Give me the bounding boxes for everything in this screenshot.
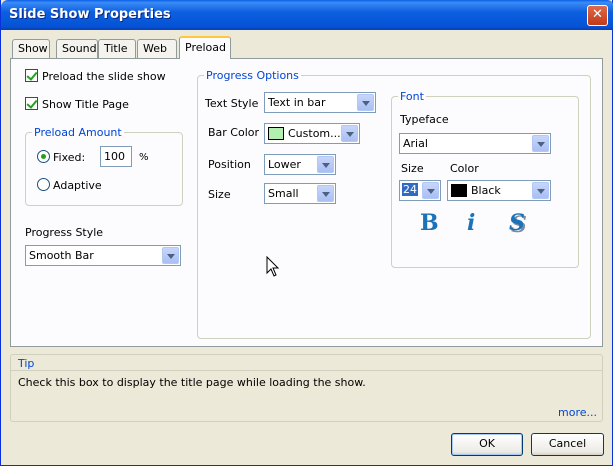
- typeface-select[interactable]: Arial: [399, 133, 551, 154]
- italic-icon[interactable]: i: [467, 210, 475, 236]
- preload-amount-legend: Preload Amount: [32, 126, 124, 139]
- font-size-select[interactable]: 24: [399, 180, 441, 201]
- bar-color-value: Custom...: [288, 127, 341, 140]
- font-color-swatch: [451, 184, 467, 197]
- progress-style-label: Progress Style: [25, 226, 104, 239]
- position-select[interactable]: Lower: [264, 154, 336, 175]
- progress-style-value: Smooth Bar: [29, 249, 94, 262]
- preload-checkbox[interactable]: [25, 69, 38, 82]
- mouse-cursor-icon: [266, 256, 280, 277]
- font-color-value: Black: [471, 184, 501, 197]
- preload-checkbox-label[interactable]: Preload the slide show: [42, 70, 166, 83]
- tip-label: Tip: [18, 357, 35, 370]
- font-size-value: 24: [402, 183, 418, 196]
- adaptive-radio[interactable]: [37, 178, 50, 191]
- cancel-button[interactable]: Cancel: [531, 433, 604, 456]
- chevron-down-icon[interactable]: [162, 247, 179, 264]
- typeface-value: Arial: [403, 137, 428, 150]
- bar-color-select[interactable]: Custom...: [264, 123, 360, 144]
- show-title-checkbox-label[interactable]: Show Title Page: [42, 98, 129, 111]
- position-value: Lower: [268, 158, 301, 171]
- shadow-icon[interactable]: S: [509, 210, 525, 236]
- font-legend: Font: [398, 90, 426, 103]
- font-color-label: Color: [450, 162, 479, 175]
- chevron-down-icon[interactable]: [422, 182, 439, 199]
- chevron-down-icon[interactable]: [357, 94, 374, 111]
- fixed-amount-input[interactable]: 100: [100, 146, 132, 167]
- show-title-checkbox[interactable]: [25, 97, 38, 110]
- typeface-label: Typeface: [400, 113, 449, 126]
- chevron-down-icon[interactable]: [317, 156, 334, 173]
- chevron-down-icon[interactable]: [532, 135, 549, 152]
- percent-label: %: [139, 152, 149, 163]
- progress-options-legend: Progress Options: [204, 69, 301, 82]
- text-style-label: Text Style: [205, 97, 259, 110]
- ok-button[interactable]: OK: [451, 433, 523, 456]
- chevron-down-icon[interactable]: [532, 182, 549, 199]
- preload-amount-group: [25, 132, 183, 206]
- fixed-radio[interactable]: [37, 150, 50, 163]
- chevron-down-icon[interactable]: [317, 185, 334, 202]
- adaptive-radio-label[interactable]: Adaptive: [53, 179, 102, 192]
- size-value: Small: [268, 187, 299, 200]
- position-label: Position: [208, 158, 251, 171]
- size-select[interactable]: Small: [264, 183, 336, 204]
- font-size-label: Size: [401, 162, 424, 175]
- bold-icon[interactable]: B: [420, 210, 439, 236]
- more-link[interactable]: more...: [558, 406, 597, 419]
- text-style-value: Text in bar: [268, 96, 326, 109]
- tip-text: Check this box to display the title page…: [18, 376, 366, 389]
- chevron-down-icon[interactable]: [341, 125, 358, 142]
- progress-style-select[interactable]: Smooth Bar: [25, 245, 181, 266]
- tip-divider: [11, 370, 602, 371]
- font-color-select[interactable]: Black: [447, 180, 551, 201]
- bar-color-swatch: [268, 127, 284, 140]
- size-label: Size: [208, 188, 231, 201]
- fixed-radio-label[interactable]: Fixed:: [53, 151, 85, 164]
- text-style-select[interactable]: Text in bar: [264, 92, 376, 113]
- dialog-window: Slide Show Properties ✕ Show Sound Title…: [0, 0, 613, 466]
- bar-color-label: Bar Color: [208, 126, 260, 139]
